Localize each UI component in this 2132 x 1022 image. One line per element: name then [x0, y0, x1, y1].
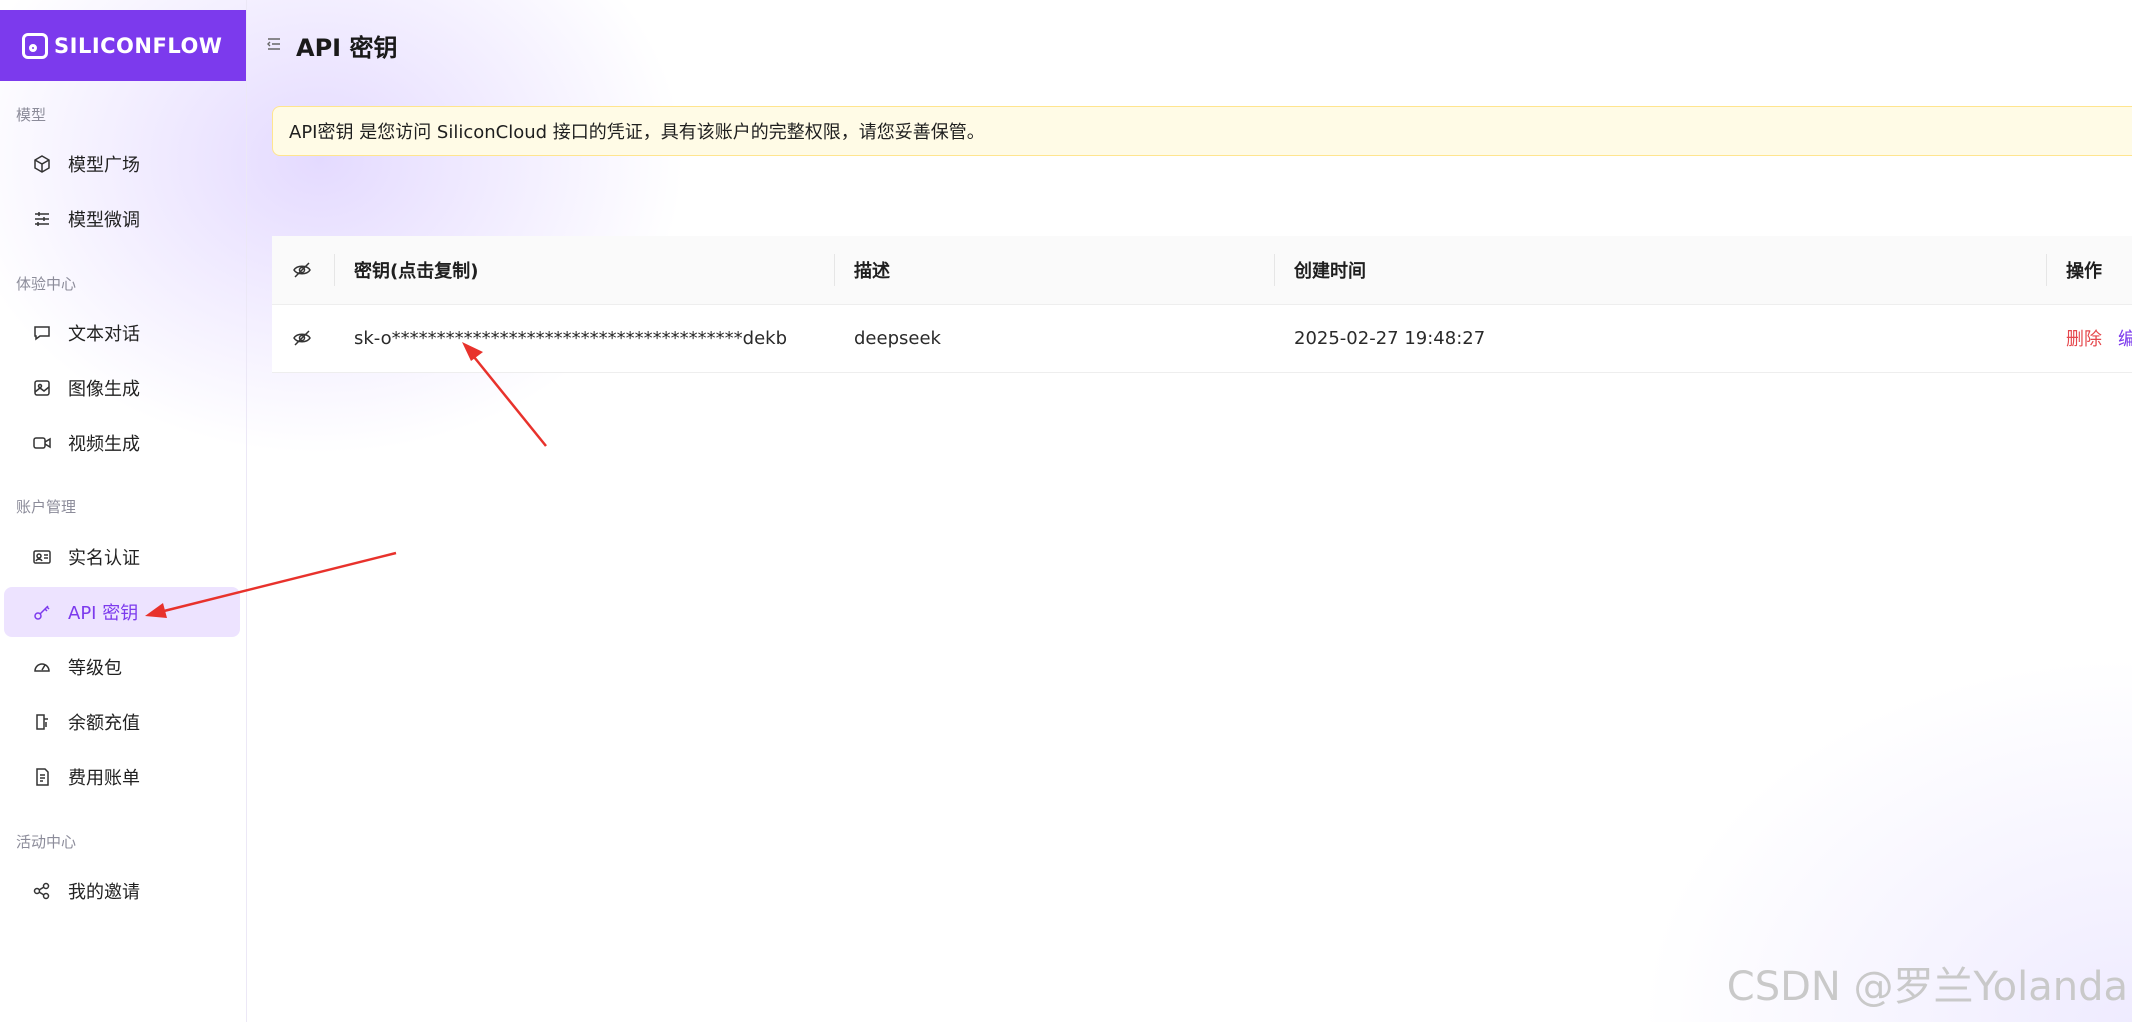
key-description: deepseek — [854, 327, 941, 349]
sidebar-item-recharge[interactable]: 余额充值 — [4, 697, 240, 747]
sidebar-item-image-gen[interactable]: 图像生成 — [4, 363, 240, 413]
sidebar-item-video-gen[interactable]: 视频生成 — [4, 418, 240, 468]
collapse-menu-icon[interactable] — [266, 36, 282, 52]
api-key-value[interactable]: sk-o************************************… — [354, 304, 787, 372]
cube-icon — [32, 154, 52, 174]
sidebar-item-label: 我的邀请 — [68, 882, 140, 903]
id-card-icon — [32, 547, 52, 567]
watermark: CSDN @罗兰Yolanda — [1726, 964, 2128, 1010]
sidebar-item-label: 模型微调 — [68, 210, 140, 231]
gauge-icon — [32, 657, 52, 677]
table-row: sk-o************************************… — [272, 304, 2132, 373]
receipt-icon — [32, 767, 52, 787]
sidebar-item-model-finetune[interactable]: 模型微调 — [4, 194, 240, 244]
row-actions: 删除 编 — [2066, 304, 2132, 372]
toggle-key-visibility-icon[interactable] — [292, 304, 312, 372]
edit-link[interactable]: 编 — [2118, 325, 2132, 351]
sidebar-item-text-chat[interactable]: 文本对话 — [4, 308, 240, 358]
sidebar-item-label: 费用账单 — [68, 768, 140, 789]
alert-text: API密钥 是您访问 SiliconCloud 接口的凭证，具有该账户的完整权限… — [289, 122, 985, 143]
api-key-table: 密钥(点击复制) 描述 创建时间 操作 sk-o****************… — [272, 236, 2132, 373]
toggle-all-visibility-icon[interactable] — [292, 236, 312, 304]
page-title: API 密钥 — [296, 34, 398, 62]
sidebar-item-api-key[interactable]: API 密钥 — [4, 587, 240, 637]
chat-bubble-icon — [32, 323, 52, 343]
sidebar-item-label: 图像生成 — [68, 379, 140, 400]
section-title-activity: 活动中心 — [16, 833, 77, 851]
column-header-created: 创建时间 — [1294, 261, 1366, 282]
sidebar-item-model-square[interactable]: 模型广场 — [4, 139, 240, 189]
sidebar: SILICONFLOW 模型 模型广场 模型微调 体验中心 文本对话 图像生成 … — [0, 0, 247, 1022]
sidebar-item-label: 模型广场 — [68, 155, 140, 176]
sidebar-item-label: 等级包 — [68, 658, 122, 679]
key-icon — [32, 602, 52, 622]
info-alert: API密钥 是您访问 SiliconCloud 接口的凭证，具有该账户的完整权限… — [272, 106, 2132, 156]
share-icon — [32, 881, 52, 901]
wallet-icon — [32, 712, 52, 732]
key-created-time: 2025-02-27 19:48:27 — [1294, 327, 1486, 349]
brand-name: SILICONFLOW — [54, 33, 223, 58]
column-header-actions: 操作 — [2066, 261, 2102, 282]
sidebar-item-real-name[interactable]: 实名认证 — [4, 532, 240, 582]
sidebar-item-label: 文本对话 — [68, 324, 140, 345]
video-camera-icon — [32, 433, 52, 453]
delete-link[interactable]: 删除 — [2066, 325, 2102, 351]
section-title-account: 账户管理 — [16, 498, 77, 516]
section-title-models: 模型 — [16, 106, 47, 124]
logo-mark-icon — [22, 32, 48, 59]
table-header: 密钥(点击复制) 描述 创建时间 操作 — [272, 236, 2132, 305]
sidebar-item-label: 视频生成 — [68, 434, 140, 455]
section-title-experience: 体验中心 — [16, 275, 77, 293]
image-icon — [32, 378, 52, 398]
sidebar-item-label: API 密钥 — [68, 603, 139, 624]
brand-logo[interactable]: SILICONFLOW — [0, 10, 246, 81]
column-header-key: 密钥(点击复制) — [354, 261, 479, 282]
sidebar-item-level-pack[interactable]: 等级包 — [4, 642, 240, 692]
sidebar-item-label: 实名认证 — [68, 548, 140, 569]
sidebar-item-label: 余额充值 — [68, 713, 140, 734]
sidebar-item-billing[interactable]: 费用账单 — [4, 752, 240, 802]
column-header-description: 描述 — [854, 261, 890, 282]
sidebar-item-invite[interactable]: 我的邀请 — [4, 866, 240, 916]
sliders-icon — [32, 209, 52, 229]
